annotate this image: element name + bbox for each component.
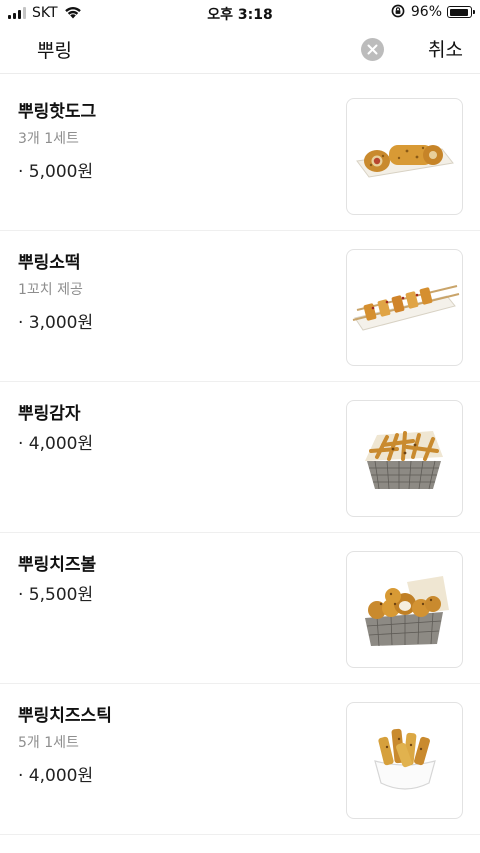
menu-item-price: · 4,000원	[18, 766, 94, 786]
menu-item-price: · 4,000원	[18, 434, 94, 454]
search-input[interactable]: 뿌링	[37, 36, 72, 63]
menu-item-desc: 5개 1세트	[18, 735, 79, 751]
menu-item-price: · 3,000원	[18, 313, 94, 333]
menu-item-price: · 5,000원	[18, 162, 94, 182]
menu-item[interactable]: 뿌링치즈볼 · 5,500원	[0, 533, 480, 684]
menu-item-price: · 5,500원	[18, 585, 94, 605]
close-icon	[367, 44, 378, 55]
battery-percent: 96%	[410, 4, 442, 20]
status-right: 96%	[391, 3, 475, 22]
battery-icon	[447, 6, 475, 18]
clear-search-button[interactable]	[361, 38, 384, 61]
menu-item[interactable]: 뿌링소떡 1꼬치 제공 · 3,000원	[0, 231, 480, 382]
cheeseball-basket-image[interactable]	[346, 551, 463, 668]
cancel-button[interactable]: 취소	[428, 35, 463, 62]
menu-item-name: 뿌링치즈스틱	[18, 706, 112, 726]
menu-item-desc: 1꼬치 제공	[18, 282, 83, 298]
search-header: 뿌링 취소	[0, 26, 480, 74]
menu-item[interactable]: 뿌링치즈스틱 5개 1세트 · 4,000원	[0, 684, 480, 835]
battery-fill	[449, 8, 468, 16]
skewer-image[interactable]	[346, 249, 463, 366]
menu-item-desc: 3개 1세트	[18, 131, 79, 147]
menu-item-name: 뿌링치즈볼	[18, 555, 97, 575]
hotdog-image[interactable]	[346, 98, 463, 215]
cheesestick-bowl-image[interactable]	[346, 702, 463, 819]
search-results-list: 뿌링핫도그 3개 1세트 · 5,000원 뿌링소떡 1꼬치 제공 · 3,00…	[0, 80, 480, 835]
menu-item[interactable]: 뿌링감자 · 4,000원	[0, 382, 480, 533]
rotation-lock-icon	[391, 3, 405, 22]
menu-item[interactable]: 뿌링핫도그 3개 1세트 · 5,000원	[0, 80, 480, 231]
fries-basket-image[interactable]	[346, 400, 463, 517]
menu-item-name: 뿌링소떡	[18, 253, 81, 273]
status-bar: SKT 오후 3:18 96%	[0, 0, 480, 26]
menu-item-name: 뿌링감자	[18, 404, 81, 424]
menu-item-name: 뿌링핫도그	[18, 102, 97, 122]
